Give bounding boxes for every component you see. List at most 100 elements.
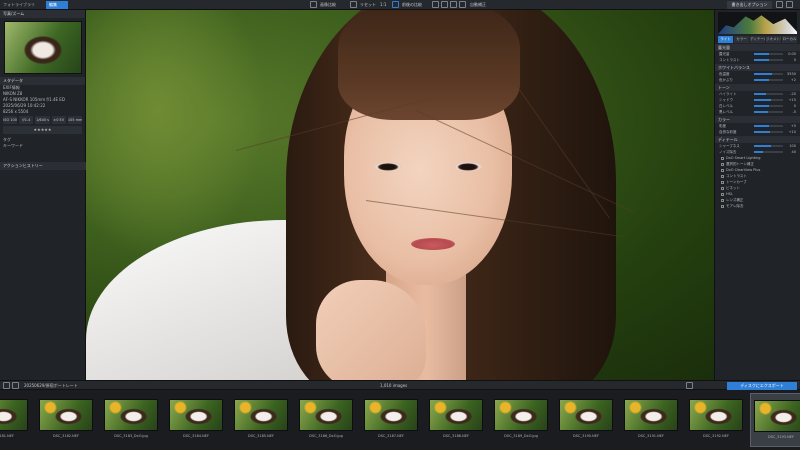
- reset-icon[interactable]: [350, 1, 357, 8]
- crop-icon[interactable]: [432, 1, 439, 8]
- view-grid-icon[interactable]: [686, 382, 693, 389]
- correction-label: ビネット: [726, 186, 740, 190]
- checkbox-icon[interactable]: [721, 204, 724, 208]
- section-header[interactable]: ディテール: [715, 136, 800, 143]
- slider-track[interactable]: [754, 93, 783, 95]
- thumbnail-filename: DSC_3191.NEF: [638, 434, 664, 438]
- settings-icon[interactable]: [776, 1, 783, 8]
- navigator-header[interactable]: 写真/ズーム: [0, 10, 85, 18]
- section-header[interactable]: 露光量: [715, 44, 800, 51]
- filmstrip-thumbnail[interactable]: DSC_3181.NEF: [0, 393, 32, 447]
- photo-lips: [411, 238, 455, 250]
- tab-local[interactable]: ローカル: [782, 36, 797, 43]
- filmstrip-thumbnail[interactable]: DSC_3186_DxO.jpg: [295, 393, 357, 447]
- layout-icon[interactable]: [786, 1, 793, 8]
- checkbox-icon[interactable]: [721, 174, 724, 178]
- image-viewer[interactable]: [86, 10, 714, 380]
- auto-correct-button[interactable]: 自動補正: [470, 1, 500, 9]
- reset-button[interactable]: リセット: [360, 1, 378, 9]
- iso-chip: ISO 100: [3, 116, 18, 124]
- slider-row[interactable]: 色かぶり +2: [715, 77, 800, 83]
- checkbox-icon[interactable]: [721, 198, 724, 202]
- slider-track[interactable]: [754, 105, 783, 107]
- filter-icon[interactable]: [3, 382, 10, 389]
- filmstrip-thumbnail[interactable]: DSC_3188.NEF: [425, 393, 487, 447]
- thumbnail-image: [494, 399, 548, 431]
- before-after-button[interactable]: 前後の比較: [402, 1, 430, 9]
- before-after-icon[interactable]: [392, 1, 399, 8]
- filmstrip-thumbnail[interactable]: DSC_3192.NEF: [685, 393, 747, 447]
- repair-icon[interactable]: [450, 1, 457, 8]
- eye-icon[interactable]: [459, 1, 466, 8]
- slider-track[interactable]: [754, 125, 783, 127]
- filmstrip-thumbnail[interactable]: DSC_3184.NEF: [165, 393, 227, 447]
- right-panel: ライト カラー ディテール ジオメトリ ローカル 露光量露光量0.00コントラス…: [714, 10, 800, 380]
- export-options-button[interactable]: 書き出しオプション: [727, 1, 772, 9]
- filmstrip-thumbnail[interactable]: DSC_3190.NEF: [555, 393, 617, 447]
- tab-edit[interactable]: 編集: [46, 1, 68, 9]
- tab-color[interactable]: カラー: [734, 36, 749, 43]
- sort-icon[interactable]: [12, 382, 19, 389]
- top-toolbar: フォトライブラリ 編集 画像比較 リセット 1:1 前後の比較 自動補正 書き出…: [0, 0, 800, 10]
- section-header[interactable]: トーン: [715, 84, 800, 91]
- thumbnail-image: [624, 399, 678, 431]
- histogram: [718, 12, 797, 34]
- export-to-disk-button[interactable]: ディスクにエクスポート: [727, 382, 797, 390]
- slider-value[interactable]: 40: [786, 149, 796, 155]
- compare-button[interactable]: 画像比較: [320, 1, 348, 9]
- checkbox-icon[interactable]: [721, 192, 724, 196]
- left-panel: 写真/ズーム メタデータ EXIF情報 NIKON Z8 AF-S NIKKOR…: [0, 10, 86, 380]
- shutter-chip: 1/640 s: [35, 116, 50, 124]
- thumbnail-image: [689, 399, 743, 431]
- checkbox-icon[interactable]: [721, 168, 724, 172]
- filmstrip-thumbnail[interactable]: DSC_3185.NEF: [230, 393, 292, 447]
- checkbox-icon[interactable]: [721, 180, 724, 184]
- tab-photo-library[interactable]: フォトライブラリ: [0, 1, 44, 9]
- action-history-header[interactable]: アクションヒストリー: [0, 162, 86, 170]
- compare-icon[interactable]: [310, 1, 317, 8]
- correction-item[interactable]: モアレ除去: [715, 203, 800, 209]
- tab-geometry[interactable]: ジオメトリ: [766, 36, 781, 43]
- filmstrip-thumbnail[interactable]: DSC_3189_DxO.jpg: [490, 393, 552, 447]
- slider-track[interactable]: [754, 73, 783, 75]
- zoom-1to1-button[interactable]: 1:1: [380, 1, 390, 9]
- filmstrip-thumbnail[interactable]: DSC_3187.NEF: [360, 393, 422, 447]
- thumbnail-filename: DSC_3182.NEF: [53, 434, 79, 438]
- tab-light[interactable]: ライト: [718, 36, 733, 43]
- section-header[interactable]: カラー: [715, 116, 800, 123]
- navigator-thumbnail[interactable]: [3, 21, 82, 74]
- straighten-icon[interactable]: [441, 1, 448, 8]
- slider-value[interactable]: 0: [786, 57, 796, 63]
- keywords-label[interactable]: キーワード: [0, 143, 85, 149]
- slider-track[interactable]: [754, 79, 783, 81]
- filmstrip: DSC_3181.NEF DSC_3182.NEF DSC_3183_DxO.jpg…: [0, 390, 800, 450]
- thumbnail-image: [169, 399, 223, 431]
- filmstrip-thumbnail[interactable]: DSC_3183_DxO.jpg: [100, 393, 162, 447]
- section-header[interactable]: ホワイトバランス: [715, 64, 800, 71]
- checkbox-icon[interactable]: [721, 186, 724, 190]
- slider-value[interactable]: +2: [786, 77, 796, 83]
- slider-value[interactable]: -5: [786, 109, 797, 115]
- tab-detail[interactable]: ディテール: [750, 36, 765, 43]
- slider-track[interactable]: [754, 111, 783, 113]
- slider-row[interactable]: 黒レベル -5: [715, 109, 800, 115]
- slider-track[interactable]: [754, 99, 783, 101]
- slider-track[interactable]: [754, 131, 783, 133]
- rating-stars[interactable]: ★★★★★: [3, 126, 82, 134]
- slider-row[interactable]: 自然な彩度 +10: [715, 129, 800, 135]
- slider-value[interactable]: +10: [786, 129, 796, 135]
- thumbnail-filename: DSC_3189_DxO.jpg: [504, 434, 538, 438]
- checkbox-icon[interactable]: [721, 162, 724, 166]
- slider-track[interactable]: [754, 145, 783, 147]
- metadata-header[interactable]: メタデータ: [0, 77, 85, 85]
- filmstrip-thumbnail[interactable]: DSC_3182.NEF: [35, 393, 97, 447]
- filmstrip-thumbnail[interactable]: DSC_3193.NEF: [750, 393, 800, 447]
- thumbnail-image: [429, 399, 483, 431]
- slider-row[interactable]: コントラスト 0: [715, 57, 800, 63]
- slider-track[interactable]: [754, 151, 783, 153]
- folder-path: 20250629/原宿ポートレート: [24, 383, 78, 388]
- slider-track[interactable]: [754, 59, 783, 61]
- checkbox-icon[interactable]: [721, 156, 724, 160]
- slider-track[interactable]: [754, 53, 783, 55]
- filmstrip-thumbnail[interactable]: DSC_3191.NEF: [620, 393, 682, 447]
